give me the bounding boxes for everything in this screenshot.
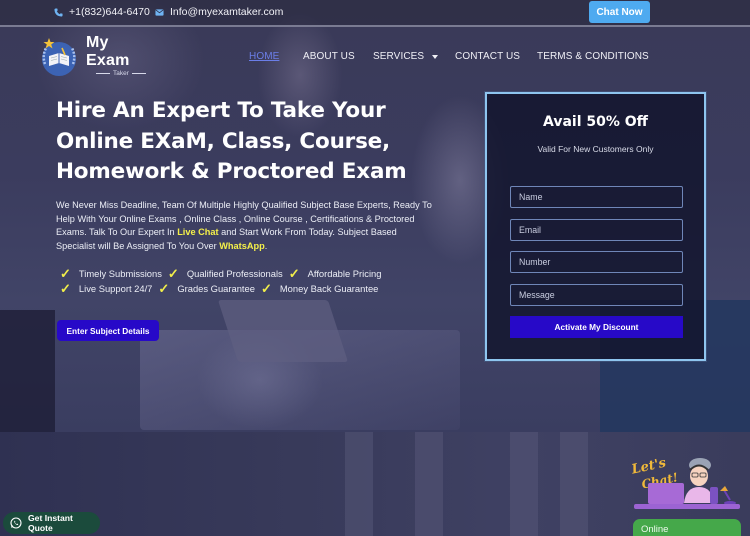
get-instant-quote-button[interactable]: Get Instant Quote [3,512,100,534]
feature-list: ✓ Timely Submissions ✓ Qualified Profess… [58,266,381,297]
bg-stripe [510,432,538,536]
desc-text: . [264,240,268,251]
bg-stripe [415,432,443,536]
nav-services-label: SERVICES [373,51,425,62]
logo-subtitle: Taker [86,70,156,77]
email-contact[interactable]: Info@myexamtaker.com [155,6,283,18]
feature-item: Money Back Guarantee [279,282,379,294]
phone-contact[interactable]: +1(832)644-6470 [54,6,150,18]
form-title: Avail 50% Off [542,114,648,130]
main-nav: HOME ABOUT US SERVICES CONTACT US TERMS … [0,51,750,65]
whatsapp-icon [10,517,22,529]
number-input[interactable] [510,251,683,273]
name-input[interactable] [510,186,683,208]
chevron-down-icon [432,54,439,59]
lets-chat-illustration: Let's Chat! [630,456,740,509]
check-icon: ✓ [60,280,71,296]
email-address: Info@myexamtaker.com [170,6,284,18]
chat-status-online: Online [633,519,741,536]
check-icon: ✓ [167,266,179,281]
phone-number: +1(832)644-6470 [69,6,150,18]
bg-stripe [345,432,373,536]
whatsapp-link[interactable]: WhatsApp [219,241,264,251]
feature-item: Live Support 24/7 [78,282,153,294]
feature-item: Affordable Pricing [307,268,382,279]
check-icon: ✓ [158,280,170,296]
bg-laptop [217,300,349,362]
hero-title: Hire An Expert To Take Your Online EXaM,… [56,98,407,184]
form-subtitle: Valid For New Customers Only [537,144,654,154]
live-chat-link[interactable]: Live Chat [177,227,218,237]
check-icon: ✓ [260,280,272,296]
nav-about-us[interactable]: ABOUT US [303,51,355,62]
quote-label: Get Instant Quote [27,513,73,533]
activate-discount-button[interactable]: Activate My Discount [510,316,683,338]
feature-item: Timely Submissions [78,268,162,279]
bg-stripe [560,432,588,536]
phone-icon [54,7,63,17]
check-icon: ✓ [288,266,300,281]
check-icon: ✓ [60,266,71,281]
hero-description: We Never Miss Deadline, Team Of Multiple… [56,199,436,253]
nav-terms-conditions[interactable]: TERMS & CONDITIONS [537,51,649,62]
mail-icon [155,8,164,17]
feature-row: ✓ Live Support 24/7 ✓ Grades Guarantee ✓… [58,280,379,297]
chat-now-button[interactable]: Chat Now [589,1,650,23]
bg-figure [0,310,55,432]
email-input[interactable] [510,219,683,241]
live-chat-widget[interactable]: Let's Chat! Online [630,455,742,536]
nav-contact-us[interactable]: CONTACT US [455,51,520,62]
nav-home[interactable]: HOME [249,51,279,62]
enter-subject-details-button[interactable]: Enter Subject Details [57,320,159,341]
nav-services[interactable]: SERVICES [373,51,439,62]
top-bar: +1(832)644-6470 Info@myexamtaker.com Cha… [0,0,750,27]
feature-item: Qualified Professionals [186,268,283,279]
discount-form: Avail 50% Off Valid For New Customers On… [484,91,707,362]
feature-row: ✓ Timely Submissions ✓ Qualified Profess… [58,266,381,282]
message-input[interactable] [510,284,683,306]
feature-item: Grades Guarantee [177,282,255,294]
